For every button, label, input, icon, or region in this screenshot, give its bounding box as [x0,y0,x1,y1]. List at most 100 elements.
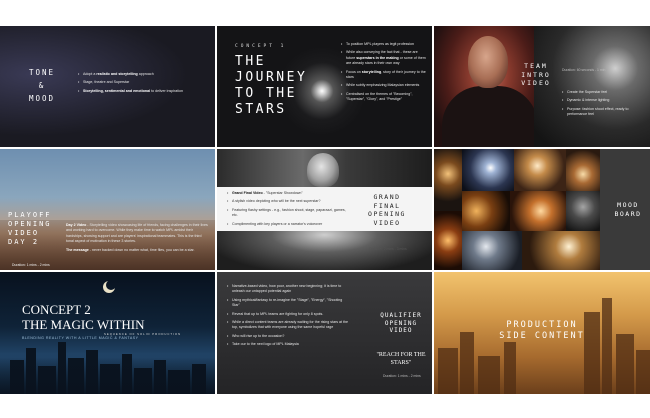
slide-title: THE JOURNEY TO THE STARS [235,54,308,117]
mood-image [522,231,600,270]
slide-duration: Duration: 2 mins - 3 mins [369,247,407,251]
mood-image [462,149,514,191]
bullet-item: To position MPL players as legit profess… [341,42,427,48]
slide-title: GRAND FINAL OPENING VIDEO [368,193,406,227]
mood-image [514,149,566,191]
bullet-list: Narrative-based video, how poor, another… [227,284,351,348]
bullet-text: superstars in the making [356,55,399,60]
bullet-text: - "Superstar Showdown" [262,191,303,195]
slide-title: PLAYOFF OPENING VIDEO DAY 2 [8,211,52,246]
slide-concept-2[interactable]: CONCEPT 2 THE MAGIC WITHIN SEQUENCE OF S… [0,272,215,394]
bullet-item: A stylish video depicting who will be th… [227,199,351,205]
building [460,332,474,394]
slide-body: Grand Final Video - "Superstar Showdown"… [227,191,351,230]
slide-body: Create the Superstar feel Dynamic & inten… [562,90,644,121]
bullet-item: While subtly emphasizing Malaysian eleme… [341,83,427,89]
bullet-text: Centralised on the themes of "Becoming",… [346,91,413,102]
bullet-item: Storytelling, sentimental and emotional … [78,88,203,95]
slide-grid: TONE & MOOD Adopt a realistic and storyt… [0,26,650,394]
bullet-item: Grand Final Video - "Superstar Showdown" [227,191,351,197]
mood-image [566,191,600,231]
bullet-item: Purpose: fashion shoot effect, ready to … [562,107,644,118]
slide-title: CONCEPT 2 THE MAGIC WITHIN [22,302,145,332]
slide-title: MOOD BOARD [614,201,642,218]
slide-body: Narrative-based video, how poor, another… [227,284,351,351]
slide-duration: Duration: 60 seconds - 1 min [562,68,606,72]
mood-image [462,231,522,270]
bullet-item: Centralised on the themes of "Becoming",… [341,92,427,103]
bullet-text: storytelling [361,69,382,74]
bullet-text: Featuring flashy settings - e.g., fashio… [232,207,346,218]
building [602,298,612,394]
bullet-item: Reveal that up to MPL teams are fighting… [227,312,351,318]
bullet-item: Focus on storytelling, story of their jo… [341,70,427,81]
bullet-list: Grand Final Video - "Superstar Showdown"… [227,191,351,227]
slide-duration: Duration: 1 mins - 2 mins [383,374,421,378]
moon-icon [106,280,116,290]
building [504,342,516,394]
city-lights-overlay [0,354,215,394]
slide-concept-1[interactable]: CONCEPT 1 THE JOURNEY TO THE STARS To po… [217,26,432,147]
building [438,348,458,394]
slide-team-intro[interactable]: TEAM INTRO VIDEO Duration: 60 seconds - … [434,26,650,147]
slide-tone-mood[interactable]: TONE & MOOD Adopt a realistic and storyt… [0,26,215,147]
mood-image [462,191,510,231]
slide-body: Day 2 Video - Storytelling video showcas… [66,223,210,256]
slide-body: Adopt a realistic and storytelling appro… [78,72,203,97]
slide-title: TONE & MOOD [28,68,56,103]
bullet-list: Adopt a realistic and storytelling appro… [78,72,203,95]
slide-subtitle: "REACH FOR THE STARS" [376,352,426,366]
bullet-text: to deliver inspiration [150,88,184,93]
slide-grand-final[interactable]: Grand Final Video - "Superstar Showdown"… [217,149,432,270]
slide-tagline: BLENDING REALITY WITH A LITTLE MAGIC & F… [22,336,139,340]
bullet-item: While a direct content teams are already… [227,320,351,331]
bullet-text: Complimenting with key players or a narr… [232,221,323,226]
slide-title: TEAM INTRO VIDEO [521,62,551,87]
bullet-text: To position MPL players as legit profess… [346,42,414,46]
paragraph-lead: The message [66,247,89,252]
bullet-item: Adopt a realistic and storytelling appro… [78,72,203,78]
bullet-text: Focus on [346,69,362,74]
bullet-lead: Grand Final Video [232,191,263,195]
bullet-text: A stylish video depicting who will be th… [232,199,321,204]
bullet-item: Take our to the next logo of MPL Malaysi… [227,342,351,348]
bullet-text: approach [137,72,154,76]
bullet-item: Who will rise up to the occasion? [227,334,351,340]
building [478,356,500,394]
player-shoulders [442,86,538,147]
bullet-item: Narrative-based video, how poor, another… [227,284,351,295]
mood-image [600,149,650,191]
player-face [468,36,508,88]
bullet-text: While subtly emphasizing Malaysian eleme… [346,83,420,88]
mood-image [434,211,462,270]
bullet-item: While also conveying the fact that - the… [341,50,427,66]
bullet-text: realistic and storytelling [96,72,138,76]
mood-image [434,149,462,211]
bullet-item: Using mythical/fantasy to re-imagine the… [227,298,351,309]
slide-production-side-content[interactable]: PRODUCTION SIDE CONTENT [434,272,650,394]
building [636,350,650,394]
slide-body: To position MPL players as legit profess… [341,42,427,106]
paragraph-text: - Storytelling video showcasing life of … [66,223,208,244]
slide-duration: Duration: 1 mins - 2 mins [12,263,50,267]
bullet-list: Create the Superstar feel Dynamic & inten… [562,90,644,118]
bullet-text: Adopt a [83,72,97,76]
mood-image [510,191,566,231]
paragraph-lead: Day 2 Video [66,223,87,227]
slide-kicker: CONCEPT 1 [235,44,287,49]
slide-title: PRODUCTION SIDE CONTENT [499,320,585,341]
bullet-text: Storytelling, sentimental and emotional [83,88,151,93]
slide-playoff-opening[interactable]: PLAYOFF OPENING VIDEO DAY 2 Duration: 1 … [0,149,215,270]
bullet-item: Stage, theatre and Superstar [78,80,203,86]
building [616,334,634,394]
slide-title: QUALIFIER OPENING VIDEO [380,312,422,334]
bullet-item: Featuring flashy settings - e.g., fashio… [227,208,351,219]
player-head-image [307,153,339,187]
slide-mood-board[interactable]: MOOD BOARD [434,149,650,270]
slide-qualifier-opening[interactable]: Narrative-based video, how poor, another… [217,272,432,394]
mood-image [566,149,600,191]
bullet-text: Stage, theatre and Superstar [83,80,130,85]
paragraph-text: - never backed down no matter what, time… [88,247,195,252]
bullet-item: Create the Superstar feel [562,90,644,96]
bullet-item: Dynamic & intense lighting [562,98,644,104]
